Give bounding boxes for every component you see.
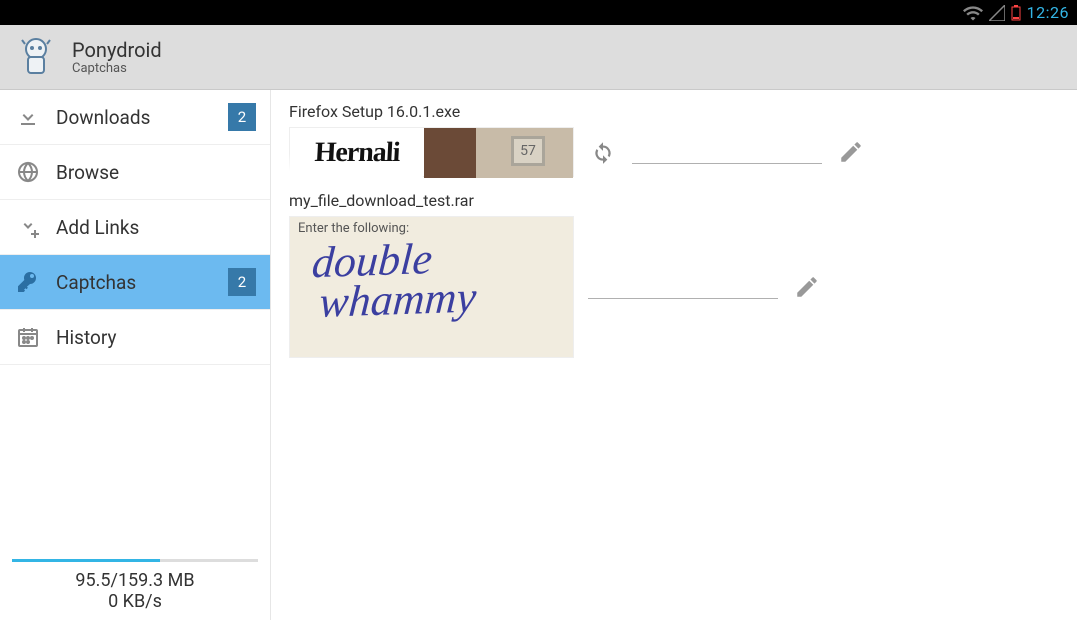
add-download-icon xyxy=(14,213,42,241)
sidebar-badge: 2 xyxy=(228,268,256,296)
sidebar-footer: 95.5/159.3 MB 0 KB/s xyxy=(0,559,270,612)
status-clock: 12:26 xyxy=(1027,3,1069,22)
signal-icon xyxy=(989,5,1005,21)
progress-text: 95.5/159.3 MB xyxy=(0,570,270,591)
sidebar-badge: 2 xyxy=(228,103,256,131)
wifi-icon xyxy=(963,5,983,21)
download-progress-fill xyxy=(12,559,160,562)
app-bar: Ponydroid Captchas xyxy=(0,25,1077,90)
speed-text: 0 KB/s xyxy=(0,591,270,612)
app-subtitle: Captchas xyxy=(72,61,162,76)
captcha-image: Hernali 57 xyxy=(289,127,574,177)
edit-captcha-button[interactable] xyxy=(792,272,822,302)
sidebar-item-browse[interactable]: Browse xyxy=(0,145,270,200)
refresh-icon xyxy=(590,139,616,165)
pencil-icon xyxy=(794,274,820,300)
key-icon xyxy=(14,268,42,296)
download-icon xyxy=(14,103,42,131)
captcha-instruction: Enter the following: xyxy=(298,221,409,236)
globe-icon xyxy=(14,158,42,186)
sidebar-item-captchas[interactable]: Captchas 2 xyxy=(0,255,270,310)
sidebar: Downloads 2 Browse Add Links Captchas 2 xyxy=(0,90,271,620)
battery-icon xyxy=(1011,5,1021,21)
refresh-captcha-button[interactable] xyxy=(588,137,618,167)
captcha-photo-part: 57 xyxy=(424,128,573,178)
download-progress-bar xyxy=(12,559,258,562)
sidebar-item-history[interactable]: History xyxy=(0,310,270,365)
captcha-word-2: whammy xyxy=(318,274,554,322)
edit-captcha-button[interactable] xyxy=(836,137,866,167)
sidebar-item-add-links[interactable]: Add Links xyxy=(0,200,270,255)
sidebar-item-label: History xyxy=(56,326,256,349)
captcha-filename: Firefox Setup 16.0.1.exe xyxy=(289,102,1059,121)
app-icon xyxy=(14,35,58,79)
sidebar-item-label: Browse xyxy=(56,161,256,184)
captcha-frame-number: 57 xyxy=(511,136,545,166)
captcha-input[interactable] xyxy=(588,275,778,299)
captcha-row: Firefox Setup 16.0.1.exe Hernali 57 xyxy=(289,102,1059,177)
sidebar-item-label: Captchas xyxy=(56,271,228,294)
captcha-input[interactable] xyxy=(632,140,822,164)
captcha-filename: my_file_download_test.rar xyxy=(289,191,1059,210)
captcha-row: my_file_download_test.rar Enter the foll… xyxy=(289,191,1059,358)
sidebar-item-downloads[interactable]: Downloads 2 xyxy=(0,90,270,145)
captcha-image: Enter the following: double whammy xyxy=(289,216,574,358)
pencil-icon xyxy=(838,139,864,165)
status-bar: 12:26 xyxy=(0,0,1077,25)
sidebar-item-label: Downloads xyxy=(56,106,228,129)
captcha-text-part: Hernali xyxy=(289,128,426,178)
calendar-icon xyxy=(14,323,42,351)
app-title: Ponydroid xyxy=(72,39,162,61)
content-area: Firefox Setup 16.0.1.exe Hernali 57 xyxy=(271,90,1077,620)
sidebar-item-label: Add Links xyxy=(56,216,256,239)
